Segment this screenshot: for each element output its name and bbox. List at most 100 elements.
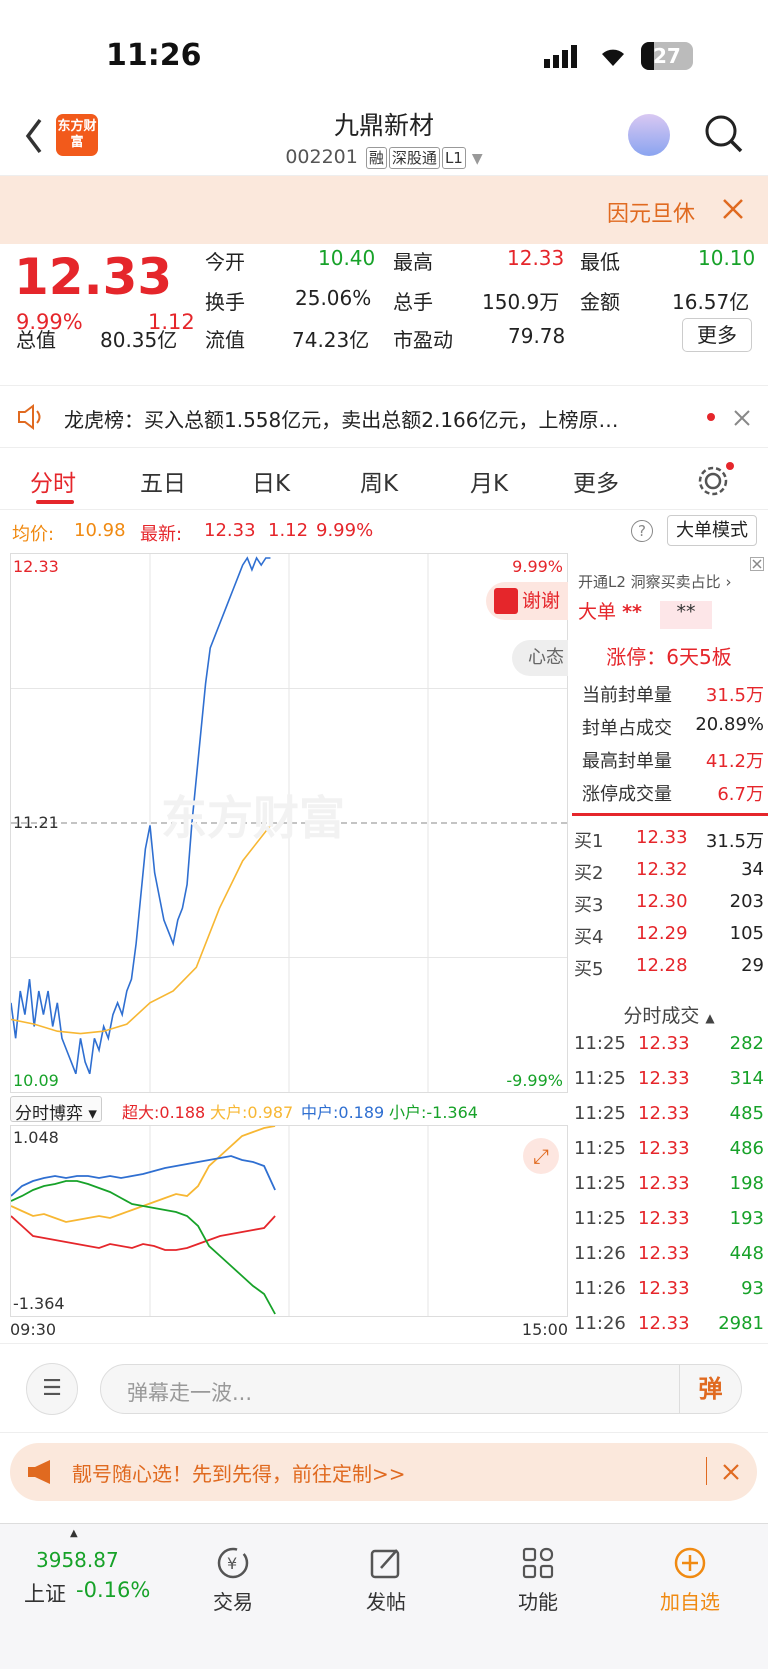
promo-text: 靓号随心选！先到先得，前往定制>> [72,1462,406,1486]
legend-large: 大户:0.987 [210,1103,294,1122]
time-end: 15:00 [521,1320,568,1339]
tick-price: 12.33 [638,1103,690,1124]
tab-monthly-k[interactable]: 月K [470,464,508,498]
field-value-high: 12.33 [507,246,565,270]
bid-price: 12.30 [636,891,688,912]
ticks-header[interactable]: 分时成交 ▲ [570,1001,768,1028]
signal-icon [544,45,577,68]
bid-volume: 34 [741,859,764,880]
tag-connect: 深股通 [388,147,440,169]
svg-text:¥: ¥ [227,1554,237,1573]
tick-price: 12.33 [638,1033,690,1054]
stat-label: 封单占成交 [582,718,672,739]
y-tick-pct-min: -9.99% [506,1071,563,1090]
close-icon[interactable] [750,557,764,571]
game-selector[interactable]: 分时博弈 ▾ [10,1096,102,1124]
quote-panel: 12.33 9.99% 1.12 总值 80.35亿 今开 10.40 最高 1… [0,244,768,386]
order-panel: 开通L2 洞察买卖占比 › 大单 ** ** 涨停：6天5板 当前封单量 31.5… [570,553,768,1343]
tick-volume: 2981 [718,1313,764,1334]
game-label: 分时博弈 [15,1104,83,1124]
last-change: 1.12 [268,520,309,541]
bid-price: 12.33 [636,827,688,848]
tick-time: 11:26 [574,1313,626,1334]
notice-text: 因元旦休 [607,202,696,227]
stat-value: 20.89% [695,714,764,735]
grid-icon [522,1547,554,1579]
wifi-icon [602,49,624,66]
tick-row: 11:25 12.33 486 [570,1138,768,1168]
close-icon[interactable] [722,198,744,220]
dropdown-icon[interactable]: ▼ [472,151,483,167]
legend-super: 超大:0.188 [122,1103,206,1122]
last-price: 12.33 [14,248,173,306]
legend-small: 小户:-1.364 [389,1103,478,1122]
y-tick-max: 12.33 [13,557,59,576]
nav-post[interactable]: 发帖 [326,1546,446,1615]
watermark: 东方财富 [161,791,345,845]
gear-icon[interactable] [696,464,730,498]
index-pct: -0.16% [76,1578,151,1602]
game-chart[interactable]: 1.048 -1.364 ⤢ [10,1125,568,1317]
field-label-low: 最低 [580,250,620,274]
tick-price: 12.33 [638,1278,690,1299]
tick-volume: 486 [729,1138,764,1159]
game-line-medium [11,1155,276,1197]
bid-volume: 29 [741,955,764,976]
battery-icon: 27 [641,42,693,70]
field-value-pe: 79.78 [508,324,566,348]
bid-row: 买3 12.30 203 [570,891,768,921]
close-icon[interactable] [734,410,750,426]
mood-badge[interactable]: 心态 [512,640,568,676]
game-line-super [11,1215,276,1251]
stat-label: 最高封单量 [582,751,672,772]
tab-weekly-k[interactable]: 周K [360,464,398,498]
add-icon [674,1547,706,1579]
masked-value: ** [659,601,712,629]
tab-5day[interactable]: 五日 [140,464,186,498]
bid-row: 买1 12.33 31.5万 [570,827,768,857]
y-tick-pct-max: 9.99% [512,557,563,576]
tick-price: 12.33 [638,1243,690,1264]
robot-avatar[interactable] [628,114,670,156]
field-label-total-value: 总值 [16,328,56,352]
header: 东方财富 九鼎新材 002201 融深股通 L1 ▼ [0,100,768,176]
help-icon[interactable]: ? [631,520,653,542]
big-order-mode-button[interactable]: 大单模式 [667,515,757,546]
limit-up-text: 涨停：6天5板 [606,645,732,669]
bid-label: 买4 [574,927,604,948]
tick-row: 11:26 12.33 448 [570,1243,768,1273]
holiday-notice[interactable]: 因元旦休 [0,176,768,244]
index-widget[interactable]: ▲ 3958.87 上证 -0.16% [0,1524,150,1624]
more-button[interactable]: 更多 [682,318,752,352]
bid-label: 买5 [574,959,604,980]
tick-time: 11:26 [574,1243,626,1264]
expand-icon[interactable]: ⤢ [523,1138,559,1174]
dragon-tiger-bar[interactable]: 龙虎榜：买入总额1.558亿元，卖出总额2.166亿元，上榜原… [0,386,768,448]
promo-banner[interactable]: 靓号随心选！先到先得，前往定制>> [10,1443,757,1501]
intraday-chart[interactable]: 12.33 11.21 10.09 9.99% -9.99% 谢谢 心态 东方财富 [10,553,568,1093]
nav-trade[interactable]: ¥ 交易 [173,1546,293,1615]
time-start: 09:30 [10,1320,57,1339]
bid-price: 12.32 [636,859,688,880]
tag-margin: 融 [365,147,387,169]
danmu-send-button[interactable]: 弹 [679,1365,741,1413]
bid-price: 12.28 [636,955,688,976]
danmu-list-icon[interactable]: ☰ [26,1363,78,1415]
bottom-nav: ▲ 3958.87 上证 -0.16% ¥ 交易 发帖 功能 加自选 [0,1523,768,1669]
l2-link[interactable]: 开通L2 洞察买卖占比 › [578,571,731,592]
nav-add-watchlist[interactable]: 加自选 [630,1546,750,1615]
tab-more[interactable]: 更多 [573,464,619,498]
last-label: 最新: [140,524,183,545]
bid-row: 买4 12.29 105 [570,923,768,953]
search-icon[interactable] [704,114,744,154]
clock: 11:26 [106,38,202,73]
thanks-badge[interactable]: 谢谢 [486,582,568,620]
tab-daily-k[interactable]: 日K [252,464,290,498]
field-label-high: 最高 [393,250,433,274]
last-value: 12.33 [204,520,256,541]
settings-dot [726,462,734,470]
close-icon[interactable] [722,1463,740,1481]
nav-function[interactable]: 功能 [478,1546,598,1615]
tab-intraday[interactable]: 分时 [30,464,76,498]
danmu-input[interactable]: 弹幕走一波... 弹 [100,1364,742,1414]
